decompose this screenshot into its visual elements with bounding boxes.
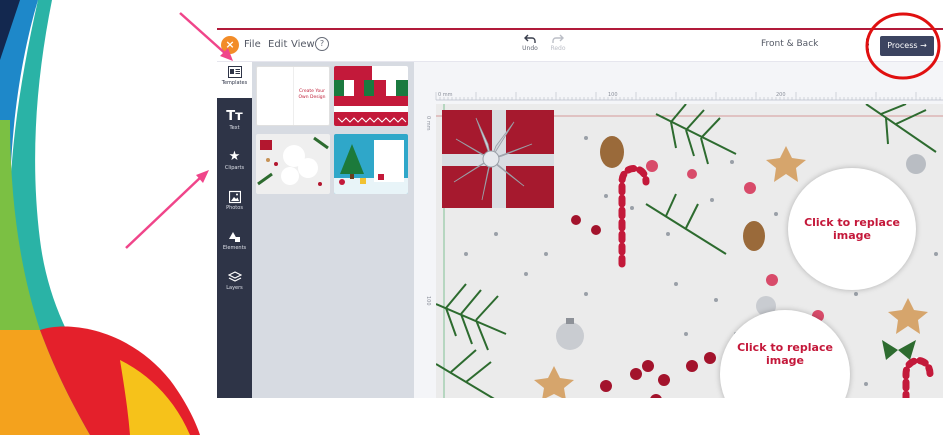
tool-elements[interactable]: Elements xyxy=(217,230,252,251)
template-christmas-pattern[interactable] xyxy=(334,66,408,126)
template-thumbnail-tree xyxy=(334,134,408,194)
ruler-top-label: 100 xyxy=(608,92,618,98)
ruler-left-label: 0 mm xyxy=(425,116,431,131)
photo-placeholder-1-label: Click to replace image xyxy=(804,216,900,242)
redo-button[interactable]: Redo xyxy=(545,32,571,60)
design-canvas[interactable]: Click to replace image Click to replace … xyxy=(436,104,943,398)
star-icon: ★ xyxy=(228,149,241,164)
undo-label: Undo xyxy=(522,45,538,52)
ruler-left-label: 100 xyxy=(425,296,431,306)
menu-edit[interactable]: Edit xyxy=(268,39,287,50)
tool-text[interactable]: Tᴛ Text xyxy=(217,109,252,132)
tool-elements-label: Elements xyxy=(222,245,247,251)
tool-layers[interactable]: Layers xyxy=(217,270,252,291)
menu-file[interactable]: File xyxy=(244,39,261,50)
tool-templates[interactable]: Templates xyxy=(217,62,252,98)
tool-layers-label: Layers xyxy=(226,285,243,291)
screenshot-root: × File Edit View ? Undo Redo Front & Bac… xyxy=(0,0,943,435)
top-toolbar: × File Edit View ? Undo Redo Front & Bac… xyxy=(217,30,943,62)
template-thumbnail-pattern xyxy=(334,66,408,126)
template-christmas-tree-scene[interactable] xyxy=(334,134,408,194)
ruler-top: 0 mm 100 200 xyxy=(414,62,943,110)
tool-photos[interactable]: Photos xyxy=(217,190,252,211)
undo-icon xyxy=(524,34,536,43)
ruler-top-label: 200 xyxy=(776,92,786,98)
tool-cliparts-label: Cliparts xyxy=(224,165,245,171)
editor-window: × File Edit View ? Undo Redo Front & Bac… xyxy=(217,28,943,398)
tool-cliparts[interactable]: ★ Cliparts xyxy=(217,149,252,172)
template-christmas-photo-collage[interactable] xyxy=(256,134,330,194)
text-icon: Tᴛ xyxy=(226,109,243,124)
ruler-top-label: 0 mm xyxy=(438,92,453,98)
photo-icon xyxy=(228,190,241,204)
tool-text-label: Text xyxy=(229,125,240,131)
tool-photos-label: Photos xyxy=(226,205,243,211)
template-thumbnail-collage xyxy=(256,134,330,194)
create-own-label: Create Your Own Design xyxy=(298,89,326,100)
templates-icon xyxy=(227,66,242,78)
ruler-left: 0 mm 100 xyxy=(414,110,436,398)
help-icon[interactable]: ? xyxy=(315,37,329,51)
process-button[interactable]: Process → xyxy=(880,36,934,56)
front-back-toggle[interactable]: Front & Back xyxy=(761,39,818,49)
undo-button[interactable]: Undo xyxy=(517,32,543,60)
tool-sidebar: Templates Tᴛ Text ★ Cliparts Photos Elem… xyxy=(217,62,252,398)
redo-icon xyxy=(552,34,564,43)
templates-panel: Create Your Own Design xyxy=(252,62,414,398)
more-options-icon[interactable] xyxy=(866,38,870,54)
redo-label: Redo xyxy=(550,45,566,52)
tool-templates-label: Templates xyxy=(221,80,248,86)
layers-icon xyxy=(227,271,242,282)
ruler-top-ticks xyxy=(435,92,943,101)
photo-placeholder-2-label: Click to replace image xyxy=(737,341,833,367)
photo-placeholder-1[interactable]: Click to replace image xyxy=(788,168,916,290)
shapes-icon xyxy=(228,232,240,242)
menu-view[interactable]: View xyxy=(291,39,315,50)
app-logo-icon[interactable]: × xyxy=(221,36,239,54)
template-create-own[interactable]: Create Your Own Design xyxy=(256,66,330,126)
fold-line xyxy=(293,67,294,125)
